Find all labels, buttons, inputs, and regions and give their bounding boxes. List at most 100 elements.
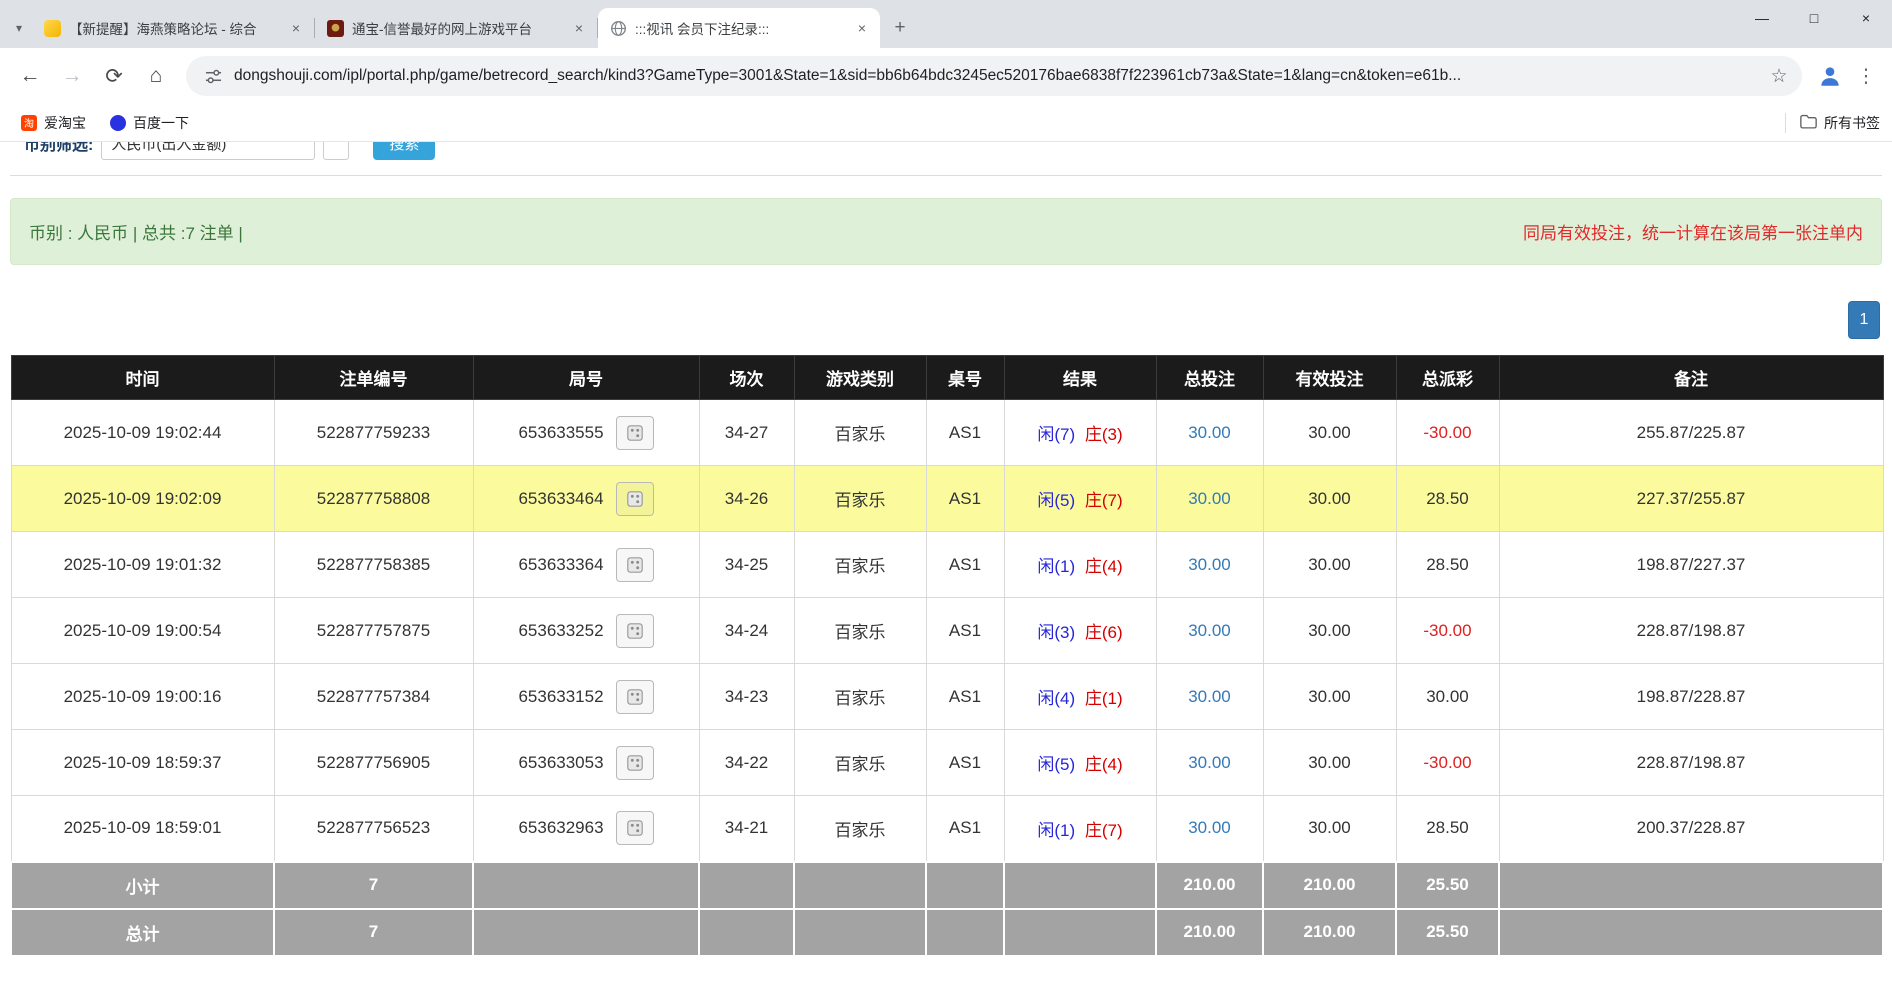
bookmark-star-icon[interactable]: ☆ bbox=[1764, 61, 1794, 91]
tab-bar: ▾ 【新提醒】海燕策略论坛 - 综合 × 通宝-信誉最好的网上游戏平台 × ::… bbox=[0, 0, 1892, 48]
cell-total-bet[interactable]: 30.00 bbox=[1156, 532, 1263, 598]
round-result-button[interactable] bbox=[616, 746, 654, 780]
cell-payout: -30.00 bbox=[1396, 400, 1499, 466]
result-player: 闲(4) bbox=[1037, 689, 1075, 708]
tab-close-icon[interactable]: × bbox=[286, 18, 306, 38]
cell-total-bet[interactable]: 30.00 bbox=[1156, 400, 1263, 466]
all-bookmarks[interactable]: 所有书签 bbox=[1785, 113, 1880, 133]
cell-total-bet[interactable]: 30.00 bbox=[1156, 598, 1263, 664]
summary-bar: 币别 : 人民币 | 总共 :7 注单 | 同局有效投注，统一计算在该局第一张注… bbox=[10, 198, 1882, 265]
cell-bet-id: 522877756905 bbox=[274, 730, 473, 796]
page-content: 币别筛选: 搜索 币别 : 人民币 | 总共 :7 注单 | 同局有效投注，统一… bbox=[0, 142, 1892, 957]
address-bar[interactable]: dongshouji.com/ipl/portal.php/game/betre… bbox=[186, 56, 1802, 96]
cell-table-no: AS1 bbox=[926, 730, 1004, 796]
currency-filter-input[interactable] bbox=[101, 142, 315, 160]
tab-close-icon[interactable]: × bbox=[569, 18, 589, 38]
cell-note: 227.37/255.87 bbox=[1499, 466, 1883, 532]
bookmark-baidu[interactable]: 百度一下 bbox=[101, 109, 198, 137]
browser-toolbar: ← → ⟳ ⌂ dongshouji.com/ipl/portal.php/ga… bbox=[0, 48, 1892, 104]
cell-bet-id: 522877758808 bbox=[274, 466, 473, 532]
result-player: 闲(5) bbox=[1037, 755, 1075, 774]
round-id: 653633252 bbox=[518, 621, 603, 641]
cell-bet-id: 522877757384 bbox=[274, 664, 473, 730]
cell-total-bet[interactable]: 30.00 bbox=[1156, 466, 1263, 532]
round-result-button[interactable] bbox=[616, 811, 654, 845]
cell-bet-id: 522877759233 bbox=[274, 400, 473, 466]
page-1-button[interactable]: 1 bbox=[1848, 301, 1880, 339]
reload-button[interactable]: ⟳ bbox=[94, 56, 134, 96]
pagination: 1 bbox=[12, 301, 1880, 339]
folder-icon bbox=[1800, 114, 1817, 132]
filter-dropdown[interactable] bbox=[323, 142, 349, 160]
close-button[interactable]: × bbox=[1840, 0, 1892, 36]
tab-close-icon[interactable]: × bbox=[852, 18, 872, 38]
cell-result: 闲(1) 庄(4) bbox=[1004, 532, 1156, 598]
profile-avatar[interactable] bbox=[1812, 58, 1848, 94]
url-text[interactable]: dongshouji.com/ipl/portal.php/game/betre… bbox=[234, 67, 1764, 85]
tab-title: 通宝-信誉最好的网上游戏平台 bbox=[352, 18, 561, 38]
cell-game-type: 百家乐 bbox=[794, 664, 926, 730]
header-round: 局号 bbox=[473, 356, 699, 400]
minimize-button[interactable]: — bbox=[1736, 0, 1788, 36]
bet-record-row: 2025-10-09 19:02:44 522877759233 6536335… bbox=[11, 400, 1883, 466]
header-valid-bet: 有效投注 bbox=[1263, 356, 1396, 400]
tab-bet-records[interactable]: :::视讯 会员下注纪录::: × bbox=[598, 8, 880, 48]
tab-tongbao[interactable]: 通宝-信誉最好的网上游戏平台 × bbox=[315, 8, 597, 48]
cell-time: 2025-10-09 19:00:16 bbox=[11, 664, 274, 730]
dice-icon bbox=[626, 622, 644, 640]
subtotal-total-bet: 210.00 bbox=[1156, 862, 1263, 909]
round-result-button[interactable] bbox=[616, 416, 654, 450]
forum-favicon bbox=[44, 20, 61, 37]
summary-left-text: 币别 : 人民币 | 总共 :7 注单 | bbox=[29, 219, 243, 244]
search-button[interactable]: 搜索 bbox=[373, 142, 435, 160]
bookmark-label: 爱淘宝 bbox=[44, 113, 86, 133]
round-result-button[interactable] bbox=[616, 680, 654, 714]
tab-forum[interactable]: 【新提醒】海燕策略论坛 - 综合 × bbox=[32, 8, 314, 48]
forward-button[interactable]: → bbox=[52, 56, 92, 96]
home-button[interactable]: ⌂ bbox=[136, 56, 176, 96]
cell-game-type: 百家乐 bbox=[794, 796, 926, 862]
maximize-button[interactable]: □ bbox=[1788, 0, 1840, 36]
grand-total-label: 总计 bbox=[11, 909, 274, 956]
cell-total-bet[interactable]: 30.00 bbox=[1156, 664, 1263, 730]
dice-icon bbox=[626, 490, 644, 508]
dice-icon bbox=[626, 556, 644, 574]
tab-search-chevron-icon[interactable]: ▾ bbox=[6, 8, 32, 48]
bookmark-label: 百度一下 bbox=[133, 113, 189, 133]
window-controls: — □ × bbox=[1736, 0, 1892, 36]
table-footer: 小计 7 210.00 210.00 25.50 总计 7 210.00 210… bbox=[11, 862, 1883, 956]
summary-right-notice: 同局有效投注，统一计算在该局第一张注单内 bbox=[1523, 219, 1863, 244]
cell-result: 闲(7) 庄(3) bbox=[1004, 400, 1156, 466]
cell-round: 653633152 bbox=[473, 664, 699, 730]
back-button[interactable]: ← bbox=[10, 56, 50, 96]
new-tab-button[interactable]: + bbox=[886, 14, 914, 42]
cell-payout: 28.50 bbox=[1396, 466, 1499, 532]
cell-game-type: 百家乐 bbox=[794, 730, 926, 796]
cell-valid-bet: 30.00 bbox=[1263, 532, 1396, 598]
cell-time: 2025-10-09 19:01:32 bbox=[11, 532, 274, 598]
header-bet-id: 注单编号 bbox=[274, 356, 473, 400]
site-settings-icon[interactable] bbox=[200, 63, 226, 89]
bookmark-aitaobao[interactable]: 淘 爱淘宝 bbox=[12, 109, 95, 137]
cell-table-no: AS1 bbox=[926, 532, 1004, 598]
cell-result: 闲(5) 庄(4) bbox=[1004, 730, 1156, 796]
cell-table-no: AS1 bbox=[926, 400, 1004, 466]
cell-total-bet[interactable]: 30.00 bbox=[1156, 730, 1263, 796]
grand-total-count: 7 bbox=[274, 909, 473, 956]
round-result-button[interactable] bbox=[616, 548, 654, 582]
cell-note: 198.87/228.87 bbox=[1499, 664, 1883, 730]
cell-payout: -30.00 bbox=[1396, 598, 1499, 664]
bet-record-row: 2025-10-09 18:59:37 522877756905 6536330… bbox=[11, 730, 1883, 796]
header-note: 备注 bbox=[1499, 356, 1883, 400]
cell-session: 34-25 bbox=[699, 532, 794, 598]
cell-time: 2025-10-09 19:02:44 bbox=[11, 400, 274, 466]
cell-total-bet[interactable]: 30.00 bbox=[1156, 796, 1263, 862]
browser-menu-icon[interactable]: ⋮ bbox=[1850, 58, 1882, 94]
cell-valid-bet: 30.00 bbox=[1263, 796, 1396, 862]
bet-record-row: 2025-10-09 19:00:54 522877757875 6536332… bbox=[11, 598, 1883, 664]
round-result-button[interactable] bbox=[616, 482, 654, 516]
round-result-button[interactable] bbox=[616, 614, 654, 648]
cell-time: 2025-10-09 18:59:01 bbox=[11, 796, 274, 862]
cell-payout: 28.50 bbox=[1396, 532, 1499, 598]
all-bookmarks-label: 所有书签 bbox=[1824, 113, 1880, 133]
